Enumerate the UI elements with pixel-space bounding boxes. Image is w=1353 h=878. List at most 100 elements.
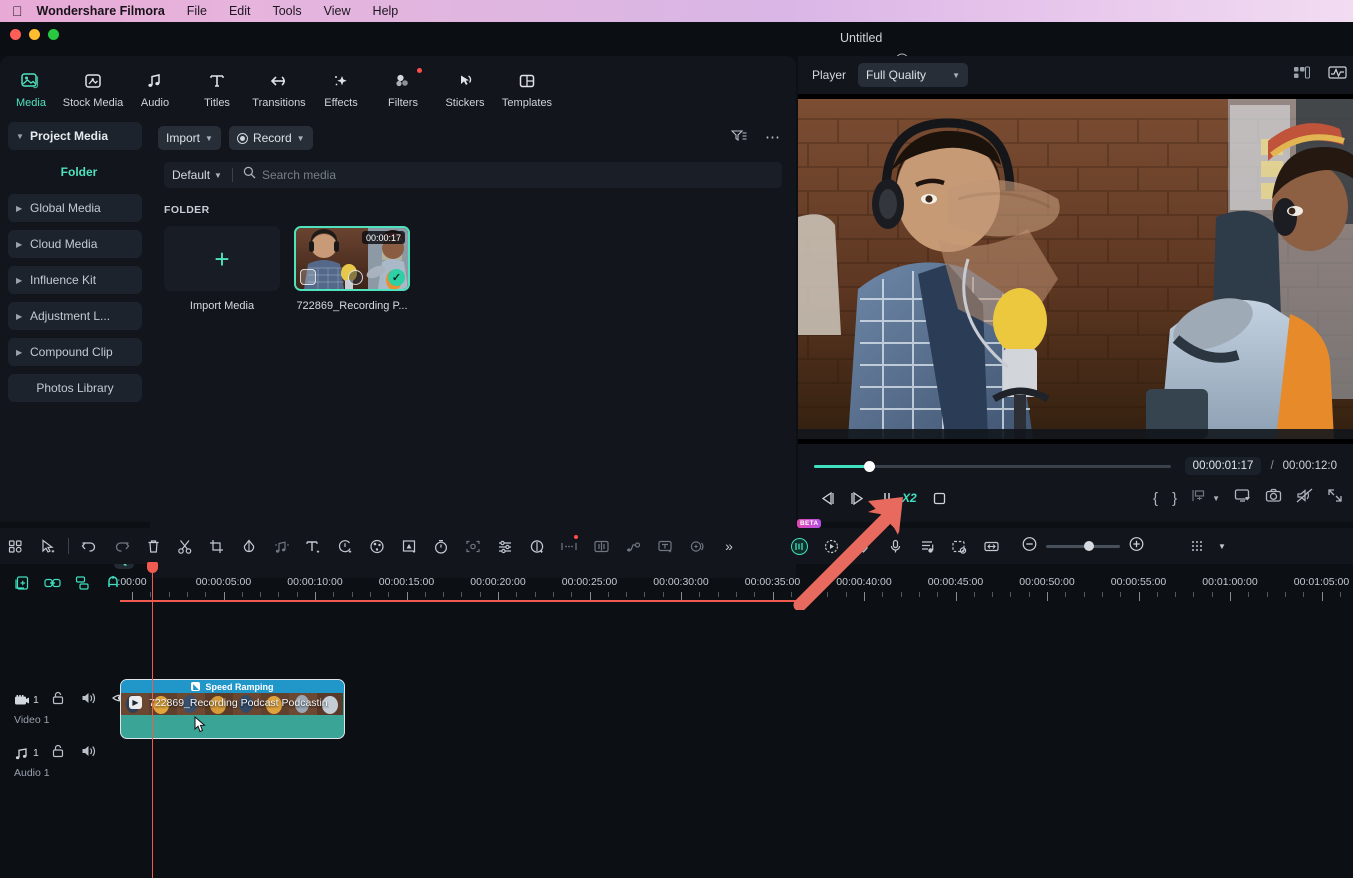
adjust-sliders-icon[interactable] — [489, 528, 521, 564]
minimize-button[interactable] — [29, 29, 40, 40]
selection-tool-icon[interactable] — [32, 528, 64, 564]
add-media-icon[interactable] — [14, 575, 30, 596]
link-clips-icon[interactable] — [44, 575, 61, 596]
playhead-handle[interactable] — [147, 562, 158, 573]
waveform-scope-icon[interactable] — [1328, 65, 1347, 85]
playback-speed-label[interactable]: -X2 — [898, 491, 917, 505]
lock-icon[interactable] — [51, 744, 65, 763]
more-options-icon[interactable]: ⋯ — [765, 130, 782, 145]
record-button[interactable]: Record ▼ — [228, 126, 313, 150]
ai-audio-icon[interactable] — [521, 528, 553, 564]
playhead[interactable] — [147, 562, 158, 878]
keyframe-icon[interactable] — [617, 528, 649, 564]
tab-effects[interactable]: Effects — [310, 64, 372, 120]
fullscreen-icon[interactable] — [1327, 488, 1343, 508]
track-manager-icon[interactable] — [1181, 528, 1213, 564]
tab-audio[interactable]: Audio — [124, 64, 186, 120]
redo-icon[interactable] — [105, 528, 137, 564]
text-tool-icon[interactable] — [297, 528, 329, 564]
tab-media[interactable]: Media — [0, 64, 62, 120]
motion-track-icon[interactable] — [457, 528, 489, 564]
clip-range-indicator[interactable] — [120, 600, 796, 602]
sidebar-item-influence-kit[interactable]: ▶ Influence Kit — [8, 266, 142, 294]
lock-icon[interactable] — [51, 691, 65, 710]
tab-filters[interactable]: Filters — [372, 64, 434, 120]
import-button[interactable]: Import ▼ — [158, 126, 221, 150]
ai-voice-icon[interactable] — [681, 528, 713, 564]
search-input[interactable] — [261, 168, 682, 182]
color-drop-icon[interactable] — [233, 528, 265, 564]
grid-view-icon[interactable] — [0, 528, 32, 564]
speed-icon[interactable] — [329, 528, 361, 564]
quality-dropdown[interactable]: Full Quality ▼ — [858, 63, 969, 87]
previous-frame-icon[interactable] — [812, 491, 842, 506]
mark-out-brace-icon[interactable]: } — [1172, 490, 1177, 507]
remove-silence-icon[interactable] — [943, 528, 975, 564]
sidebar-item-global-media[interactable]: ▶ Global Media — [8, 194, 142, 222]
crop-icon[interactable] — [201, 528, 233, 564]
render-preview-icon[interactable] — [815, 528, 847, 564]
zoom-handle[interactable] — [1084, 541, 1094, 551]
mark-in-brace-icon[interactable]: { — [1153, 490, 1158, 507]
menu-item-file[interactable]: File — [187, 4, 207, 18]
menu-item-edit[interactable]: Edit — [229, 4, 251, 18]
tab-stock-media[interactable]: Stock Media — [62, 64, 124, 120]
align-icon[interactable] — [1191, 488, 1206, 508]
chevron-down-icon[interactable]: ▼ — [1213, 528, 1231, 564]
tab-stickers[interactable]: Stickers — [434, 64, 496, 120]
mask-icon[interactable] — [393, 528, 425, 564]
tab-transitions[interactable]: Transitions — [248, 64, 310, 120]
menu-item-tools[interactable]: Tools — [272, 4, 301, 18]
app-name-label[interactable]: Wondershare Filmora — [37, 4, 165, 18]
filter-icon[interactable] — [730, 129, 747, 148]
display-mode-icon[interactable] — [1234, 488, 1251, 508]
delete-icon[interactable] — [137, 528, 169, 564]
audio-mixer-icon[interactable] — [911, 528, 943, 564]
menu-item-help[interactable]: Help — [373, 4, 399, 18]
sidebar-item-photos-library[interactable]: Photos Library — [8, 374, 142, 402]
import-media-cell[interactable]: + Import Media — [164, 226, 280, 312]
group-icon[interactable] — [75, 575, 91, 596]
plus-icon[interactable]: + — [164, 226, 280, 291]
sort-dropdown[interactable]: Default ▼ — [172, 168, 222, 182]
timer-icon[interactable] — [425, 528, 457, 564]
zoom-slider[interactable] — [1046, 541, 1120, 551]
media-thumbnail[interactable]: 00:00:17 ✓ — [294, 226, 410, 291]
undo-icon[interactable] — [73, 528, 105, 564]
progress-slider[interactable] — [814, 460, 1171, 472]
menu-item-view[interactable]: View — [324, 4, 351, 18]
audio-detach-icon[interactable] — [265, 528, 297, 564]
color-palette-icon[interactable] — [361, 528, 393, 564]
split-layout-icon[interactable] — [1293, 65, 1311, 85]
timeline-clip[interactable]: ◣ Speed Ramping ▶ 722869_Recording Podca… — [120, 679, 345, 739]
sidebar-item-folder[interactable]: Folder — [8, 158, 142, 186]
sidebar-item-compound-clip[interactable]: ▶ Compound Clip — [8, 338, 142, 366]
stop-icon[interactable] — [925, 491, 955, 506]
fit-timeline-icon[interactable] — [975, 528, 1007, 564]
mute-icon[interactable] — [81, 744, 96, 763]
chevron-down-icon[interactable]: ▼ — [1212, 494, 1220, 503]
media-item[interactable]: 00:00:17 ✓ 722869_Recording P... — [294, 226, 410, 312]
marker-icon[interactable] — [847, 528, 879, 564]
more-chevrons-icon[interactable]: » — [713, 528, 745, 564]
zoom-out-icon[interactable] — [1021, 536, 1038, 557]
camera-snapshot-icon[interactable] — [1265, 488, 1282, 508]
apple-logo-icon[interactable]:  — [12, 4, 23, 18]
timeline-ruler[interactable]: :00:00 00:00:05:00 00:00:10:00 00:00:15:00 0… — [117, 566, 1353, 604]
mute-icon[interactable] — [81, 691, 96, 710]
tab-templates[interactable]: Templates — [496, 64, 558, 120]
mute-speaker-icon[interactable] — [1296, 488, 1313, 508]
window-controls[interactable] — [10, 29, 59, 40]
tab-titles[interactable]: Titles — [186, 64, 248, 120]
next-frame-icon[interactable] — [842, 491, 872, 506]
split-scissors-icon[interactable] — [169, 528, 201, 564]
sidebar-item-adjustment-layer[interactable]: ▶ Adjustment L... — [8, 302, 142, 330]
voiceover-icon[interactable] — [879, 528, 911, 564]
sidebar-item-project-media[interactable]: ▼ Project Media — [8, 122, 142, 150]
speed-ramping-banner[interactable]: ◣ Speed Ramping — [121, 680, 344, 693]
audio-meter-icon[interactable] — [585, 528, 617, 564]
video-preview-stage[interactable] — [798, 94, 1353, 444]
progress-handle[interactable] — [864, 460, 875, 472]
current-time[interactable]: 00:00:01:17 — [1184, 457, 1262, 475]
sidebar-item-cloud-media[interactable]: ▶ Cloud Media — [8, 230, 142, 258]
